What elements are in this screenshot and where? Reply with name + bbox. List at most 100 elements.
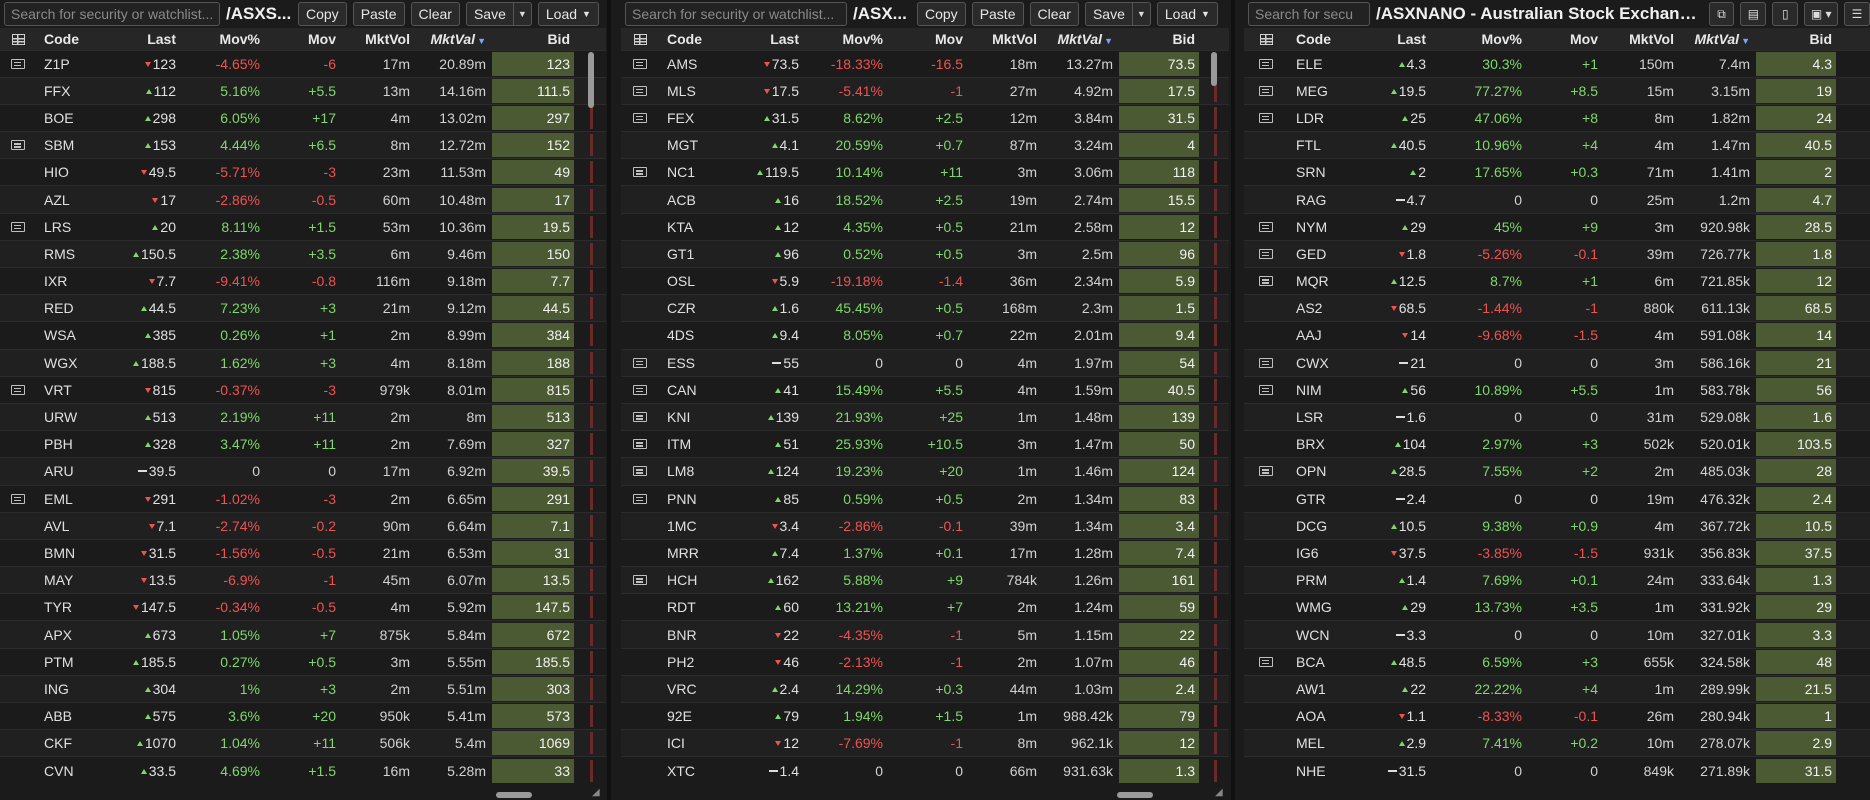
table-row[interactable]: RDT 60 13.21% +7 2m 1.24m 59 bbox=[621, 593, 1229, 621]
security-code[interactable]: HIO bbox=[36, 158, 96, 186]
security-code[interactable]: PRM bbox=[1288, 566, 1350, 594]
bid-cell[interactable]: 111.5 bbox=[492, 76, 576, 105]
bid-cell[interactable]: 513 bbox=[492, 402, 576, 431]
table-row[interactable]: IXR 7.7 -9.41% -0.8 116m 9.18m 7.7 bbox=[0, 266, 606, 295]
news-cell[interactable] bbox=[1244, 266, 1288, 295]
bid-cell[interactable]: 21.5 bbox=[1756, 674, 1838, 703]
bid-cell[interactable]: 31 bbox=[492, 538, 576, 567]
table-row[interactable]: KTA 12 4.35% +0.5 21m 2.58m 12 bbox=[621, 212, 1229, 241]
security-code[interactable]: HCH bbox=[659, 566, 719, 594]
col-header-movpct[interactable]: Mov% bbox=[1432, 28, 1528, 50]
security-code[interactable]: RED bbox=[36, 294, 96, 322]
security-code[interactable]: ARU bbox=[36, 457, 96, 485]
table-row[interactable]: ITM 51 25.93% +10.5 3m 1.47m 50 bbox=[621, 430, 1229, 458]
copy-button[interactable]: Copy bbox=[917, 2, 966, 26]
bid-cell[interactable]: 37.5 bbox=[1756, 538, 1838, 567]
table-row[interactable]: ELE 4.3 30.3% +1 150m 7.4m 4.3 bbox=[1244, 49, 1870, 78]
bid-cell[interactable]: 12 bbox=[1119, 729, 1201, 757]
security-code[interactable]: FTL bbox=[1288, 131, 1350, 159]
news-icon[interactable] bbox=[633, 58, 647, 69]
bid-cell[interactable]: 7.4 bbox=[1119, 538, 1201, 567]
security-code[interactable]: LRS bbox=[36, 212, 96, 241]
security-code[interactable]: EML bbox=[36, 484, 96, 513]
news-cell[interactable] bbox=[621, 566, 659, 594]
bid-cell[interactable]: 13.5 bbox=[492, 566, 576, 594]
bid-cell[interactable]: 40.5 bbox=[1119, 375, 1201, 404]
col-header-mktvol[interactable]: MktVol bbox=[969, 28, 1043, 50]
table-row[interactable]: LM8 124 19.23% +20 1m 1.46m 124 bbox=[621, 457, 1229, 485]
bid-cell[interactable]: 48 bbox=[1756, 647, 1838, 676]
table-row[interactable]: PBH 328 3.47% +11 2m 7.69m 327 bbox=[0, 430, 606, 458]
table-row[interactable]: TYR 147.5 -0.34% -0.5 4m 5.92m 147.5 bbox=[0, 593, 606, 621]
security-code[interactable]: GTR bbox=[1288, 484, 1350, 513]
security-code[interactable]: AVL bbox=[36, 511, 96, 540]
security-code[interactable]: VRT bbox=[36, 375, 96, 404]
bid-cell[interactable]: 39.5 bbox=[492, 457, 576, 485]
news-cell[interactable] bbox=[621, 457, 659, 485]
news-icon[interactable] bbox=[633, 167, 647, 178]
table-row[interactable]: SRN 2 17.65% +0.3 71m 1.41m 2 bbox=[1244, 158, 1870, 186]
table-row[interactable]: KNI 139 21.93% +25 1m 1.48m 139 bbox=[621, 402, 1229, 431]
bid-cell[interactable]: 297 bbox=[492, 103, 576, 132]
security-code[interactable]: FFX bbox=[36, 76, 96, 105]
bid-cell[interactable]: 44.5 bbox=[492, 294, 576, 322]
security-code[interactable]: PNN bbox=[659, 484, 719, 513]
table-row[interactable]: DCG 10.5 9.38% +0.9 4m 367.72k 10.5 bbox=[1244, 511, 1870, 540]
security-code[interactable]: NYM bbox=[1288, 212, 1350, 241]
news-icon[interactable] bbox=[1259, 221, 1273, 232]
news-icon[interactable] bbox=[11, 140, 25, 151]
bid-cell[interactable]: 2.4 bbox=[1756, 484, 1838, 513]
security-code[interactable]: MAY bbox=[36, 566, 96, 594]
table-row[interactable]: APX 673 1.05% +7 875k 5.84m 672 bbox=[0, 620, 606, 649]
bid-cell[interactable]: 54 bbox=[1119, 348, 1201, 377]
bid-cell[interactable]: 1.3 bbox=[1119, 756, 1201, 785]
security-code[interactable]: URW bbox=[36, 402, 96, 431]
security-code[interactable]: NIM bbox=[1288, 375, 1350, 404]
table-row[interactable]: WSA 385 0.26% +1 2m 8.99m 384 bbox=[0, 321, 606, 350]
security-code[interactable]: BOE bbox=[36, 103, 96, 132]
table-row[interactable]: PRM 1.4 7.69% +0.1 24m 333.64k 1.3 bbox=[1244, 566, 1870, 594]
security-code[interactable]: RMS bbox=[36, 239, 96, 268]
security-code[interactable]: CAN bbox=[659, 375, 719, 404]
security-code[interactable]: RAG bbox=[1288, 185, 1350, 214]
bid-cell[interactable]: 10.5 bbox=[1756, 511, 1838, 540]
table-row[interactable]: ICI 12 -7.69% -1 8m 962.1k 12 bbox=[621, 729, 1229, 757]
security-code[interactable]: ELE bbox=[1288, 49, 1350, 78]
table-row[interactable]: PNN 85 0.59% +0.5 2m 1.34m 83 bbox=[621, 484, 1229, 513]
table-row[interactable]: VRC 2.4 14.29% +0.3 44m 1.03m 2.4 bbox=[621, 674, 1229, 703]
security-code[interactable]: LDR bbox=[1288, 103, 1350, 132]
search-input[interactable] bbox=[4, 2, 220, 26]
security-code[interactable]: WMG bbox=[1288, 593, 1350, 621]
bid-cell[interactable]: 4 bbox=[1119, 131, 1201, 159]
news-cell[interactable] bbox=[0, 375, 36, 404]
news-icon[interactable] bbox=[633, 575, 647, 586]
security-code[interactable]: CVN bbox=[36, 756, 96, 785]
horizontal-scrollbar[interactable] bbox=[496, 792, 532, 798]
security-code[interactable]: MLS bbox=[659, 76, 719, 105]
news-cell[interactable] bbox=[1244, 212, 1288, 241]
table-row[interactable]: MGT 4.1 20.59% +0.7 87m 3.24m 4 bbox=[621, 131, 1229, 159]
table-row[interactable]: MEL 2.9 7.41% +0.2 10m 278.07k 2.9 bbox=[1244, 729, 1870, 757]
security-code[interactable]: WGX bbox=[36, 348, 96, 377]
table-row[interactable]: ESS 55 0 0 4m 1.97m 54 bbox=[621, 348, 1229, 377]
load-button[interactable]: Load ▼ bbox=[1156, 2, 1218, 26]
clear-button[interactable]: Clear bbox=[410, 2, 460, 26]
security-code[interactable]: AAJ bbox=[1288, 321, 1350, 350]
paste-button[interactable]: Paste bbox=[971, 2, 1024, 26]
table-row[interactable]: EML 291 -1.02% -3 2m 6.65m 291 bbox=[0, 484, 606, 513]
table-row[interactable]: CWX 21 0 0 3m 586.16k 21 bbox=[1244, 348, 1870, 377]
news-icon[interactable] bbox=[1259, 384, 1273, 395]
news-icon[interactable] bbox=[11, 384, 25, 395]
security-code[interactable]: OSL bbox=[659, 266, 719, 295]
security-code[interactable]: Z1P bbox=[36, 49, 96, 78]
news-cell[interactable] bbox=[1244, 49, 1288, 78]
bid-cell[interactable]: 31.5 bbox=[1119, 103, 1201, 132]
news-icon[interactable] bbox=[633, 357, 647, 368]
security-code[interactable]: OPN bbox=[1288, 457, 1350, 485]
copy-button[interactable]: Copy bbox=[298, 2, 347, 26]
table-row[interactable]: AVL 7.1 -2.74% -0.2 90m 6.64m 7.1 bbox=[0, 511, 606, 540]
news-cell[interactable] bbox=[621, 348, 659, 377]
news-icon[interactable] bbox=[633, 412, 647, 423]
table-row[interactable]: AMS 73.5 -18.33% -16.5 18m 13.27m 73.5 bbox=[621, 49, 1229, 78]
security-code[interactable]: 1MC bbox=[659, 511, 719, 540]
